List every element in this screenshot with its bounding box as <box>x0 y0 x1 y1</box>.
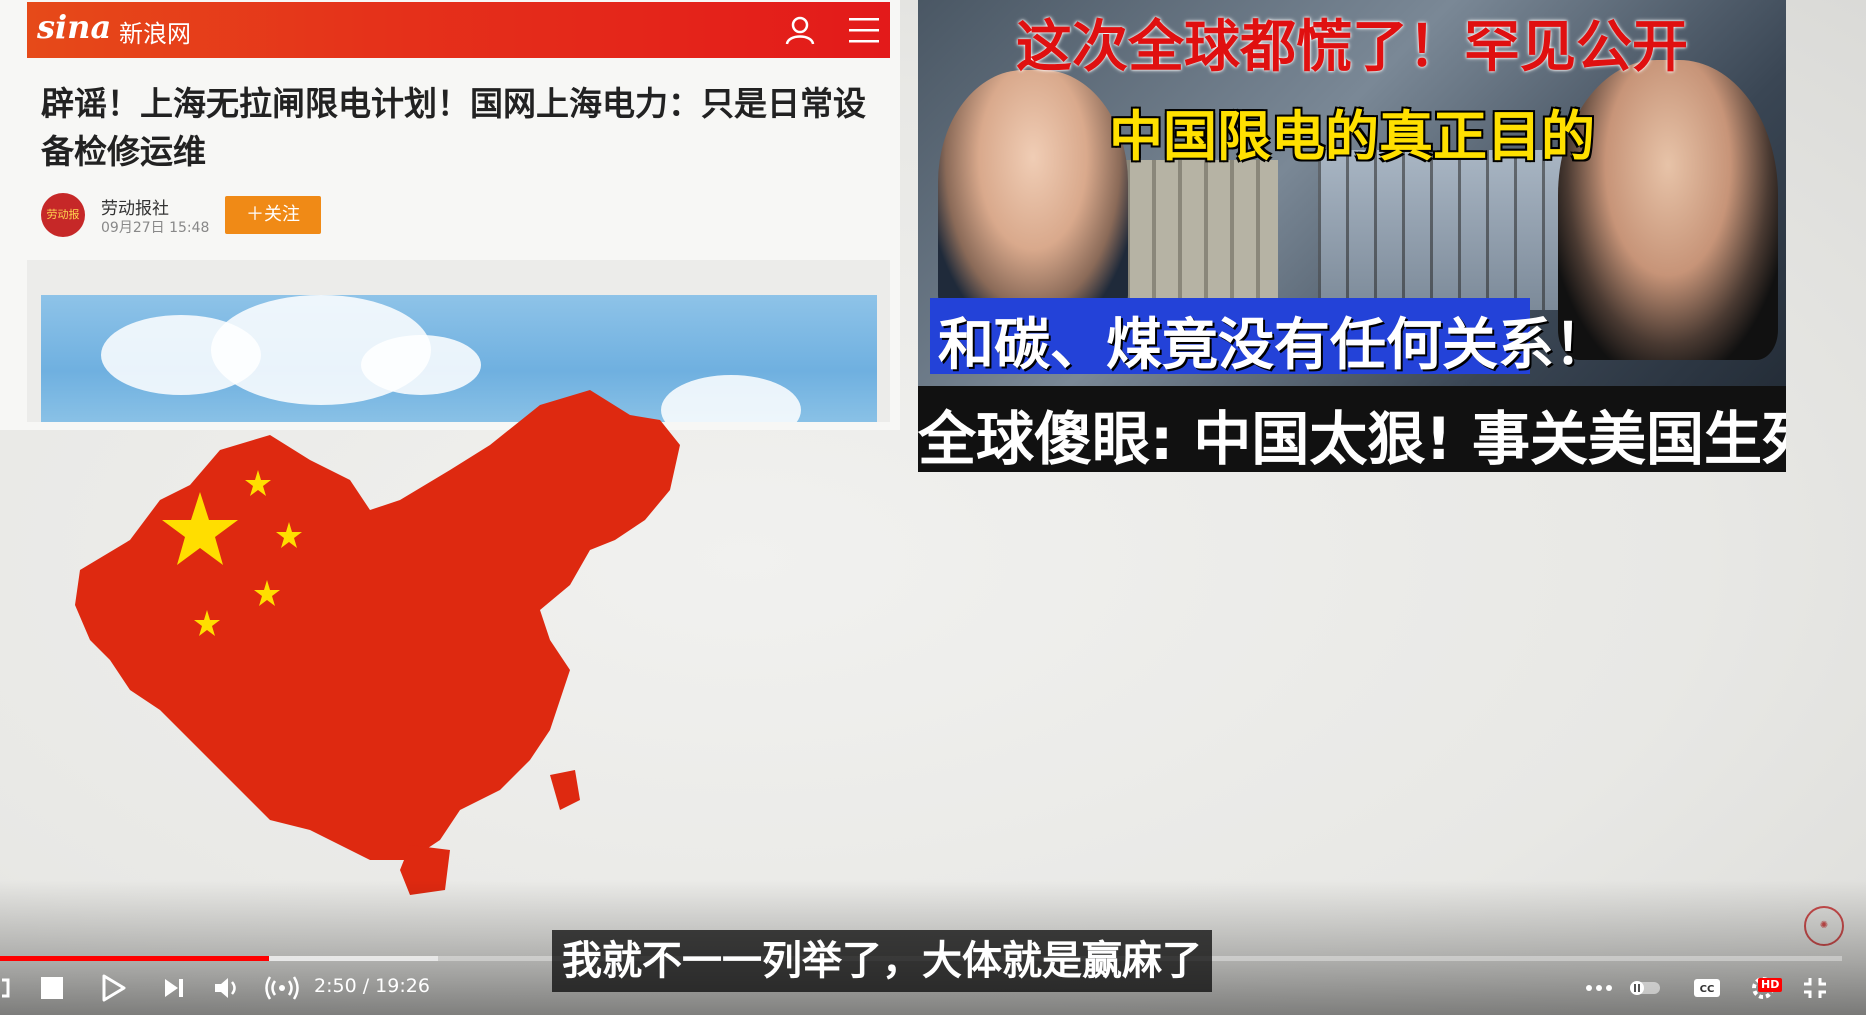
sina-site-name: 新浪网 <box>119 20 191 48</box>
thumbnail-headline-3: 和碳、煤竟没有任何关系！ <box>938 313 1610 378</box>
autoplay-toggle[interactable] <box>1628 970 1662 1006</box>
more-icon <box>1586 985 1612 991</box>
author-name: 劳动报社 <box>101 199 169 219</box>
video-thumbnail-image: 这次全球都慌了！罕见公开 中国限电的真正目的 和碳、煤竟没有任何关系！ 全球傻眼… <box>918 0 1786 472</box>
thumbnail-headline-4: 全球傻眼: 中国太狠! 事关美国生死! <box>918 405 1786 472</box>
loop-icon[interactable] <box>0 970 14 1006</box>
captions-button[interactable]: CC <box>1692 970 1722 1006</box>
volume-icon <box>215 978 236 998</box>
thumbnail-headline-2: 中国限电的真正目的 <box>1109 105 1595 168</box>
publish-date: 09月27日 15:48 <box>101 220 210 236</box>
article-title: 辟谣！上海无拉闸限电计划！国网上海电力：只是日常设备检修运维 <box>41 84 866 171</box>
menu-icon <box>849 18 879 43</box>
thumbnail-headline-1: 这次全球都慌了！罕见公开 <box>1016 15 1688 80</box>
time-separator: / <box>356 975 376 997</box>
hd-badge: HD <box>1758 978 1783 992</box>
caption-subtitle: 我就不一一列举了，大体就是赢麻了 <box>552 930 1212 992</box>
stop-icon <box>41 977 63 999</box>
exit-fullscreen-button[interactable] <box>1800 970 1830 1006</box>
time-current: 2:50 <box>314 975 357 997</box>
sina-header-bar: sina 新浪网 <box>27 2 890 58</box>
more-options-button[interactable] <box>1584 970 1614 1006</box>
stop-button[interactable] <box>38 970 66 1006</box>
volume-button[interactable] <box>212 970 242 1006</box>
power-towers-image <box>1318 150 1578 310</box>
sina-article-card: sina 新浪网 辟谣！上海无拉闸限电计划！国网上海电力：只是日常设备检修运维 … <box>0 0 900 430</box>
next-icon <box>165 979 183 997</box>
play-icon <box>102 974 126 1002</box>
autoplay-toggle-icon <box>1630 981 1660 995</box>
user-icon <box>785 16 815 45</box>
next-button[interactable] <box>160 970 188 1006</box>
play-button[interactable] <box>98 970 128 1006</box>
broadcast-icon[interactable] <box>262 970 302 1006</box>
author-avatar: 劳动报 <box>41 193 85 237</box>
time-display: 2:50 / 19:26 <box>314 975 430 997</box>
exit-fullscreen-icon <box>1804 978 1826 998</box>
svg-text:CC: CC <box>1700 984 1715 995</box>
video-frame[interactable]: sina 新浪网 辟谣！上海无拉闸限电计划！国网上海电力：只是日常设备检修运维 … <box>0 0 1866 1015</box>
sina-logo: sina <box>37 8 112 46</box>
china-flag-map <box>75 390 680 895</box>
progress-played <box>0 956 269 961</box>
follow-button: ＋关注 <box>225 196 321 234</box>
time-total: 19:26 <box>375 975 430 997</box>
captions-icon: CC <box>1694 979 1720 997</box>
